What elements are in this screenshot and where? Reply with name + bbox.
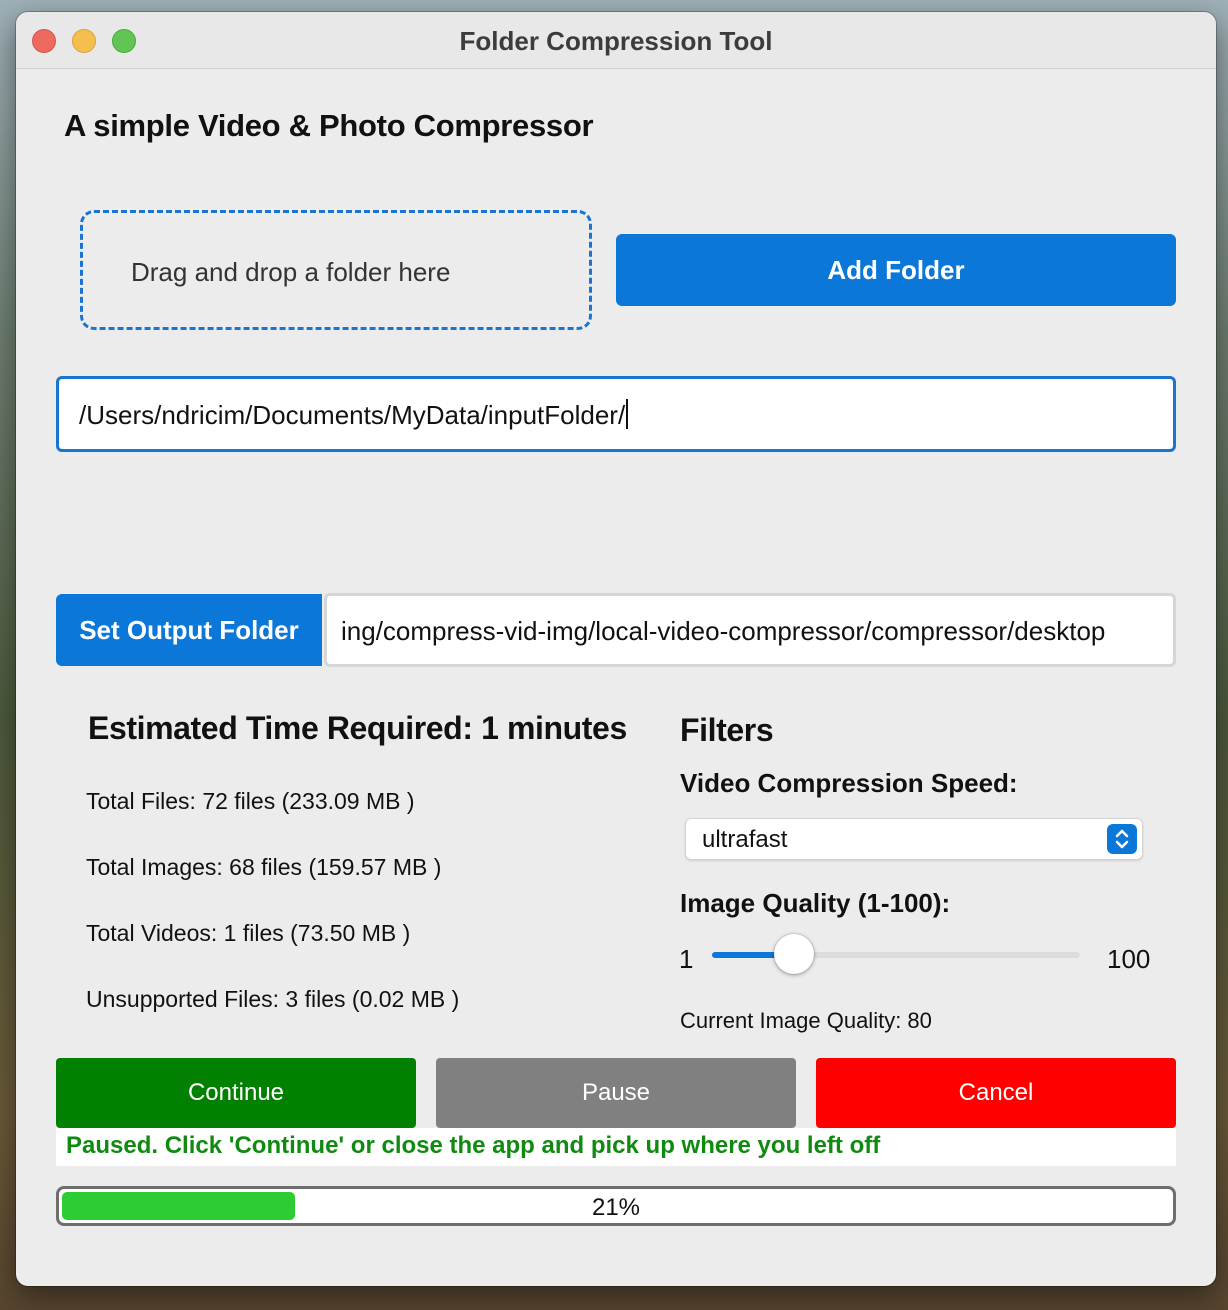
slider-max-label: 100 xyxy=(1107,944,1151,974)
video-speed-value: ultrafast xyxy=(702,826,788,853)
add-folder-button[interactable]: Add Folder xyxy=(616,234,1176,306)
video-speed-label: Video Compression Speed: xyxy=(680,768,1018,798)
output-folder-path-field[interactable]: ing/compress-vid-img/local-video-compres… xyxy=(324,593,1176,667)
unsupported-files-stat: Unsupported Files: 3 files (0.02 MB ) xyxy=(86,986,460,1012)
filters-heading: Filters xyxy=(680,712,774,748)
progress-bar: 21% xyxy=(56,1186,1176,1226)
dropzone-label: Drag and drop a folder here xyxy=(131,257,451,287)
total-files-stat: Total Files: 72 files (233.09 MB ) xyxy=(86,788,415,814)
video-speed-select[interactable]: ultrafast xyxy=(685,818,1143,860)
input-folder-path-field[interactable]: /Users/ndricim/Documents/MyData/inputFol… xyxy=(56,376,1176,452)
title-bar: Folder Compression Tool xyxy=(16,12,1216,69)
progress-percent-label: 21% xyxy=(591,1194,641,1221)
total-images-stat: Total Images: 68 files (159.57 MB ) xyxy=(86,854,442,880)
total-videos-stat: Total Videos: 1 files (73.50 MB ) xyxy=(86,920,411,946)
status-message: Paused. Click 'Continue' or close the ap… xyxy=(56,1128,1176,1166)
chevron-up-down-icon xyxy=(1107,824,1137,854)
estimated-time-heading: Estimated Time Required: 1 minutes xyxy=(88,710,627,746)
pause-button[interactable]: Pause xyxy=(436,1058,796,1128)
continue-button[interactable]: Continue xyxy=(56,1058,416,1128)
cancel-button[interactable]: Cancel xyxy=(816,1058,1176,1128)
input-folder-path-text: /Users/ndricim/Documents/MyData/inputFol… xyxy=(79,400,626,430)
image-quality-label: Image Quality (1-100): xyxy=(680,888,951,918)
app-window: Folder Compression Tool A simple Video &… xyxy=(16,12,1216,1286)
set-output-folder-button[interactable]: Set Output Folder xyxy=(56,594,322,666)
text-caret xyxy=(626,399,629,429)
folder-dropzone[interactable]: Drag and drop a folder here xyxy=(80,210,592,330)
current-image-quality: Current Image Quality: 80 xyxy=(680,1008,932,1033)
window-title: Folder Compression Tool xyxy=(459,26,773,56)
app-subtitle: A simple Video & Photo Compressor xyxy=(64,108,594,143)
slider-min-label: 1 xyxy=(679,944,694,974)
quality-slider-thumb[interactable] xyxy=(774,934,814,974)
